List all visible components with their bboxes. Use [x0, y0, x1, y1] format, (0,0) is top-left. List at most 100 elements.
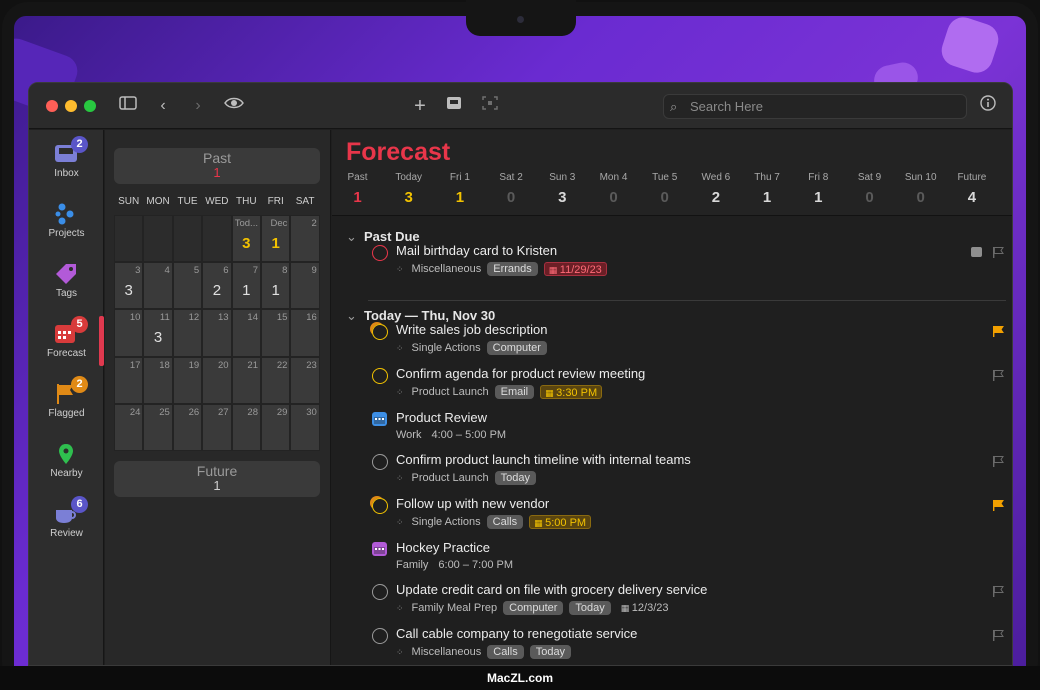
calendar-day-cell[interactable]: 22	[261, 356, 291, 404]
calendar-event-row[interactable]: Hockey Practice Family 6:00 – 7:00 PM	[368, 539, 1012, 581]
calendar-day-cell[interactable]: 19	[172, 356, 203, 404]
inbox-tray-icon[interactable]	[443, 95, 465, 117]
calendar-day-cell[interactable]: 23	[290, 356, 320, 404]
calendar-day-cell[interactable]: 27	[202, 403, 232, 451]
info-icon[interactable]	[977, 95, 999, 117]
calendar-day-cell[interactable]: 33	[114, 262, 144, 310]
due-date-chip[interactable]: ▦ 11/29/23	[543, 262, 607, 276]
tag-chip[interactable]: Today	[529, 645, 572, 659]
calendar-day-cell[interactable]: 25	[143, 403, 173, 451]
calendar-day-cell[interactable]: 9	[290, 262, 320, 310]
note-icon[interactable]	[971, 247, 982, 257]
sidebar-item-nearby[interactable]: Nearby	[29, 436, 104, 492]
tag-chip[interactable]: Email	[494, 385, 535, 399]
task-row[interactable]: Mail birthday card to Kristen ⁘ Miscellane…	[368, 242, 1012, 284]
task-row[interactable]: Call cable company to renegotiate servic…	[368, 625, 1012, 665]
eye-icon[interactable]	[223, 95, 245, 117]
forecast-day-column[interactable]: Future 4	[946, 172, 997, 206]
forward-arrow-icon[interactable]: ›	[187, 95, 209, 117]
forecast-day-column[interactable]: Today 3	[383, 172, 434, 206]
task-row[interactable]: Confirm product launch timeline with int…	[368, 451, 1012, 493]
calendar-day-cell[interactable]: 16	[290, 309, 320, 357]
task-checkbox[interactable]	[372, 368, 388, 384]
calendar-day-cell[interactable]: 15	[261, 309, 291, 357]
calendar-day-cell[interactable]: 71	[231, 262, 261, 310]
task-checkbox[interactable]	[372, 454, 388, 470]
calendar-day-cell[interactable]: 12	[172, 309, 203, 357]
calendar-day-cell[interactable]: 81	[261, 262, 291, 310]
calendar-day-cell[interactable]: 14	[231, 309, 261, 357]
flag-icon[interactable]	[992, 629, 1004, 644]
forecast-day-column[interactable]: Fri 8 1	[793, 172, 844, 206]
forecast-day-column[interactable]: Fri 1 1	[434, 172, 485, 206]
calendar-day-cell[interactable]: 30	[290, 403, 320, 451]
calendar-day-cell[interactable]: Dec 1	[261, 215, 291, 263]
forecast-day-column[interactable]: Sun 3 3	[537, 172, 588, 206]
back-arrow-icon[interactable]: ‹	[152, 95, 174, 117]
tag-chip[interactable]: Calls	[487, 645, 524, 659]
tag-chip[interactable]: Calls	[486, 515, 524, 529]
calendar-day-cell[interactable]: 5	[172, 262, 203, 310]
sidebar-toggle-icon[interactable]	[117, 95, 139, 117]
add-icon[interactable]: +	[409, 95, 431, 117]
calendar-day-cell[interactable]: 4	[143, 262, 173, 310]
task-checkbox[interactable]	[372, 324, 388, 340]
zoom-window-button[interactable]	[84, 100, 96, 112]
calendar-day-cell[interactable]: 17	[114, 356, 144, 404]
forecast-day-column[interactable]: Mon 4 0	[588, 172, 639, 206]
calendar-day-cell[interactable]	[202, 215, 232, 263]
calendar-day-cell[interactable]: 28	[231, 403, 261, 451]
calendar-day-cell[interactable]	[143, 215, 173, 263]
tag-chip[interactable]: Today	[569, 601, 611, 615]
calendar-day-cell[interactable]: 13	[202, 309, 232, 357]
calendar-day-cell[interactable]: 26	[172, 403, 203, 451]
forecast-day-column[interactable]: Thu 7 1	[742, 172, 793, 206]
calendar-day-cell[interactable]: 29	[261, 403, 291, 451]
minimize-window-button[interactable]	[65, 100, 77, 112]
flag-icon[interactable]	[992, 455, 1004, 470]
task-checkbox[interactable]	[372, 498, 388, 514]
forecast-day-column[interactable]: Sat 2 0	[486, 172, 537, 206]
forecast-day-column[interactable]: Sat 9 0	[844, 172, 895, 206]
calendar-day-cell[interactable]: 10	[114, 309, 144, 357]
task-row[interactable]: Write sales job description ⁘ Single Actio…	[368, 321, 1012, 363]
calendar-day-cell[interactable]: 11 3	[143, 309, 173, 357]
tag-chip[interactable]: Errands	[487, 262, 538, 276]
due-date-chip[interactable]: ▦ 12/3/23	[617, 601, 673, 615]
task-row[interactable]: Follow up with new vendor ⁘ Single Actions…	[368, 495, 1012, 537]
forecast-day-column[interactable]: Wed 6 2	[690, 172, 741, 206]
search-input[interactable]: ⌕ Search Here	[663, 94, 967, 119]
forecast-day-column[interactable]: Past 1	[332, 172, 383, 206]
tag-chip[interactable]: Computer	[486, 341, 547, 355]
calendar-day-cell[interactable]	[114, 215, 144, 263]
calendar-day-cell[interactable]: 21	[231, 356, 261, 404]
calendar-day-cell[interactable]: 24	[114, 403, 144, 451]
calendar-past-button[interactable]: Past 1	[114, 148, 320, 184]
flag-icon[interactable]	[992, 325, 1004, 340]
sidebar-item-review[interactable]: 6 Review	[29, 496, 104, 552]
task-checkbox[interactable]	[372, 628, 388, 644]
calendar-day-cell[interactable]: 20	[202, 356, 232, 404]
calendar-day-cell[interactable]: 18	[143, 356, 173, 404]
task-row[interactable]: Confirm agenda for product review meetin…	[368, 365, 1012, 407]
flag-icon[interactable]	[992, 246, 1004, 261]
sidebar-item-projects[interactable]: Projects	[29, 196, 104, 252]
forecast-day-column[interactable]: Tue 5 0	[639, 172, 690, 206]
task-checkbox[interactable]	[372, 584, 388, 600]
calendar-event-row[interactable]: Product Review Work 4:00 – 5:00 PM	[368, 409, 1012, 451]
calendar-day-cell[interactable]: 2	[290, 215, 320, 263]
flag-icon[interactable]	[992, 369, 1004, 384]
calendar-day-cell[interactable]: Tod... 3	[231, 215, 261, 263]
flag-icon[interactable]	[992, 585, 1004, 600]
sidebar-item-forecast[interactable]: 5 Forecast	[29, 316, 104, 372]
tag-chip[interactable]: Today	[494, 471, 536, 485]
sidebar-item-flagged[interactable]: 2 Flagged	[29, 376, 104, 432]
close-window-button[interactable]	[46, 100, 58, 112]
calendar-day-cell[interactable]	[172, 215, 203, 263]
task-checkbox[interactable]	[372, 245, 388, 261]
calendar-day-cell[interactable]: 62	[202, 262, 232, 310]
focus-icon[interactable]	[479, 95, 501, 117]
due-date-chip[interactable]: ▦ 3:30 PM	[540, 385, 603, 399]
sidebar-item-tags[interactable]: Tags	[29, 256, 104, 312]
flag-icon[interactable]	[992, 499, 1004, 514]
